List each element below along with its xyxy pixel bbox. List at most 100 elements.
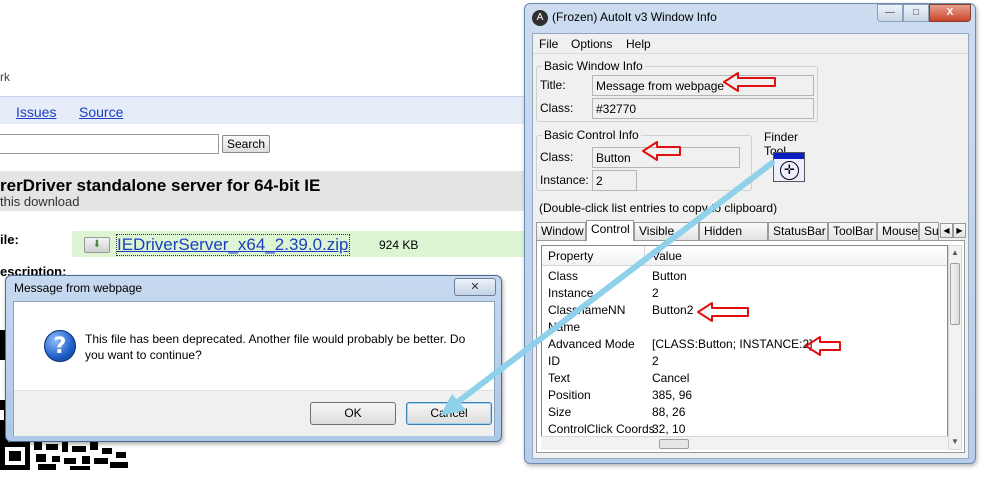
autoit-client-area: File Options Help Basic Window Info Titl… [532,33,969,459]
window-class-label: Class: [540,101,574,115]
download-title: rerDriver standalone server for 64-bit I… [0,176,321,195]
tab-toolbar[interactable]: ToolBar [828,222,877,240]
property-value: 2 [652,286,659,300]
tab-control[interactable]: Control [586,220,634,241]
file-download-link[interactable]: IEDriverServer_x64_2.39.0.zip [116,234,350,256]
download-icon[interactable]: ⬇ [84,237,110,253]
property-value: Button2 [652,303,694,317]
file-size: 924 KB [379,238,419,252]
property-value: 32, 10 [652,422,686,436]
autoit-window: A (Frozen) AutoIt v3 Window Info — □ X F… [524,3,976,464]
vertical-scrollbar[interactable]: ▲ ▼ [948,245,962,450]
list-item[interactable]: Instance 2 [542,284,947,301]
tab-mouse[interactable]: Mouse [877,222,919,240]
finder-titlebar [774,153,804,159]
list-item[interactable]: Class Button [542,267,947,284]
property-value: [CLASS:Button; INSTANCE:2] [652,337,813,351]
property-value: 88, 26 [652,405,686,419]
question-icon: ? [44,330,76,362]
column-value[interactable]: Value [652,249,682,263]
list-item[interactable]: Position 385, 96 [542,386,947,403]
project-nav-bar: Issues Source [0,96,528,124]
instance-label: Instance: [540,173,589,187]
dialog-button-bar: OK Cancel [14,390,494,436]
close-icon: X [946,7,954,18]
property-name: Text [548,371,571,385]
basic-window-info-label: Basic Window Info [542,59,645,73]
autoit-window-title: (Frozen) AutoIt v3 Window Info [552,10,717,24]
column-property[interactable]: Property [548,249,593,263]
property-name: ClassnameNN [548,303,626,317]
file-label: ile: [0,232,19,247]
property-value: Button [652,269,687,283]
nav-issues-link[interactable]: Issues [16,104,56,120]
dialog-body: ? This file has been deprecated. Another… [13,301,495,436]
control-tab-panel: Property Value Class Button Instance 2 Class… [536,240,965,453]
property-name: ControlClick Coords [548,422,655,436]
maximize-button[interactable]: □ [903,4,929,22]
ok-button[interactable]: OK [310,402,396,425]
tab-strip: Window Control Visible Text Hidden Text … [536,220,966,254]
list-header: Property Value [542,246,947,266]
list-item[interactable]: Name [542,318,947,335]
tab-statusbar[interactable]: StatusBar [768,222,828,240]
scroll-up-icon[interactable]: ▲ [949,246,961,260]
property-name: Class [548,269,579,283]
crosshair-icon: ✛ [780,161,799,180]
menu-help[interactable]: Help [626,37,651,51]
dialog-title: Message from webpage [14,281,143,295]
message-dialog: Message from webpage ✕ ? This file has b… [5,275,502,442]
finder-tool[interactable]: ✛ [773,152,805,182]
tab-scroll-left-icon[interactable]: ◀ [940,223,953,238]
dialog-message: This file has been deprecated. Another f… [85,332,466,362]
tab-visible-text[interactable]: Visible Text [634,222,699,254]
page-header-text: rk [0,70,10,84]
list-item[interactable]: ClassnameNN Button2 [542,301,947,318]
download-subtitle: this download [0,194,80,209]
window-class-field[interactable]: #32770 [592,98,814,119]
basic-window-info-group: Basic Window Info Title: Message from we… [536,59,818,122]
hscroll-thumb[interactable] [659,439,689,449]
list-item[interactable]: Text Cancel [542,369,947,386]
cancel-button[interactable]: Cancel [406,402,492,425]
instance-field[interactable]: 2 [592,170,637,191]
menu-options[interactable]: Options [571,37,612,51]
copy-hint: (Double-click list entries to copy to cl… [539,201,778,215]
minimize-icon: — [885,7,895,18]
title-label: Title: [540,78,566,92]
tab-scroll-right-icon[interactable]: ▶ [953,223,966,238]
minimize-button[interactable]: — [877,4,903,22]
basic-control-info-group: Basic Control Info Class: Button Instanc… [536,128,752,191]
basic-control-info-label: Basic Control Info [542,128,641,142]
project-search-input[interactable] [0,134,219,154]
property-value: Cancel [652,371,690,385]
property-name: Position [548,388,591,402]
property-value: 385, 96 [652,388,693,402]
property-value: 2 [652,354,659,368]
horizontal-scrollbar[interactable] [541,436,948,450]
property-name: Name [548,320,581,334]
tab-summary[interactable]: Su [919,222,939,240]
autoit-app-icon: A [532,10,548,26]
list-item[interactable]: Size 88, 26 [542,403,947,420]
search-button[interactable]: Search [222,135,271,153]
tab-window[interactable]: Window [536,222,586,240]
list-item[interactable]: ID 2 [542,352,947,369]
property-name: Advanced Mode [548,337,635,351]
list-item[interactable]: ControlClick Coords 32, 10 [542,420,947,437]
scroll-down-icon[interactable]: ▼ [949,435,961,449]
list-item[interactable]: Advanced Mode [CLASS:Button; INSTANCE:2] [542,335,947,352]
nav-source-link[interactable]: Source [79,104,123,120]
menu-bar: File Options Help [533,34,968,54]
property-list[interactable]: Property Value Class Button Instance 2 Class… [541,245,948,450]
property-name: Instance [548,286,594,300]
property-name: ID [548,354,560,368]
control-class-field[interactable]: Button [592,147,740,168]
menu-file[interactable]: File [539,37,558,51]
control-class-label: Class: [540,150,574,164]
dialog-close-button[interactable]: ✕ [454,278,496,296]
window-title-field[interactable]: Message from webpage [592,75,814,96]
scroll-thumb[interactable] [950,263,960,325]
tab-hidden-text[interactable]: Hidden Text [699,222,768,254]
window-close-button[interactable]: X [929,4,971,22]
